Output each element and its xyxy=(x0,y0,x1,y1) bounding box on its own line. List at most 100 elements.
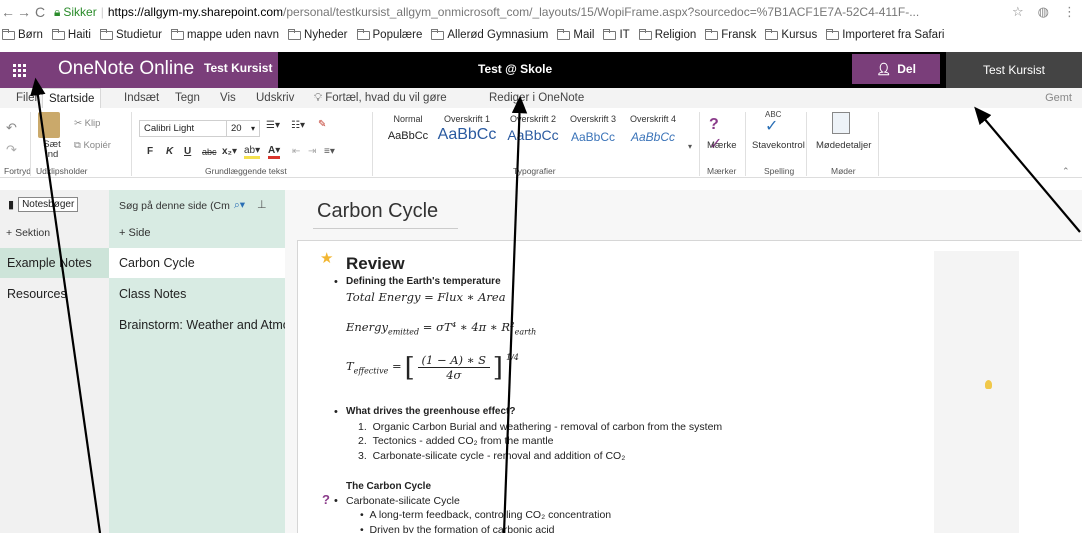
bookmark-star-icon[interactable]: ☆ xyxy=(1012,4,1024,20)
add-section-button[interactable]: + Sektion xyxy=(6,227,50,239)
tell-me-search[interactable]: 💡︎ Fortæl, hvad du vil gøre xyxy=(314,92,447,105)
style-heading-2[interactable]: Overskrift 2 AaBbCc xyxy=(502,114,564,158)
clear-formatting-icon[interactable]: ✎ xyxy=(318,119,326,130)
style-label: Normal xyxy=(393,114,423,124)
decrease-indent-icon[interactable]: ⇤ xyxy=(292,146,300,157)
menu-icon[interactable]: ⋮ xyxy=(1063,4,1076,20)
notebooks-button[interactable]: ▮ Notesbøger xyxy=(8,197,79,212)
paste-button[interactable]: Sæt ind xyxy=(38,140,66,160)
style-normal[interactable]: Normal AaBbCc xyxy=(377,114,439,158)
bookmark-folder[interactable]: Religion xyxy=(638,28,696,41)
tab-insert[interactable]: Indsæt xyxy=(124,92,159,104)
lightbulb-icon[interactable] xyxy=(985,380,992,389)
tag-icon[interactable]: ?✓ xyxy=(709,116,729,153)
bookmark-folder[interactable]: Nyheder xyxy=(288,28,348,41)
question-tag-icon: ? xyxy=(322,492,330,507)
bookmark-folder[interactable]: Studietur xyxy=(99,28,162,41)
tab-home[interactable]: Startside xyxy=(42,88,102,108)
strikethrough-icon[interactable]: abc xyxy=(202,147,217,157)
folder-icon xyxy=(2,28,15,40)
bookmark-folder[interactable]: Kursus xyxy=(765,28,817,41)
bookmark-label: Fransk xyxy=(721,29,757,41)
address-field[interactable]: https://allgym-my.sharepoint.com/persona… xyxy=(108,5,968,19)
app-launcher-waffle-icon[interactable] xyxy=(0,52,38,88)
page-item-carbon-cycle[interactable]: Carbon Cycle xyxy=(109,248,285,278)
meeting-details-icon[interactable] xyxy=(832,112,850,134)
bookmark-folder[interactable]: Mail xyxy=(557,28,594,41)
style-heading-4[interactable]: Overskrift 4 AaBbCc xyxy=(622,114,684,158)
bookmark-folder[interactable]: Allerød Gymnasium xyxy=(431,28,548,41)
notebook-owner[interactable]: Test Kursist xyxy=(204,61,272,75)
app-name[interactable]: OneNote Online xyxy=(58,58,194,80)
search-icon: ⌕▾ xyxy=(233,199,246,211)
style-heading-1[interactable]: Overskrift 1 AaBbCc xyxy=(436,114,498,158)
cut-button[interactable]: ✂︎ Klip xyxy=(74,118,100,129)
pin-icon[interactable]: ⊥ xyxy=(257,198,267,211)
eq-symbol: T xyxy=(346,359,354,374)
tab-print[interactable]: Udskriv xyxy=(256,92,294,104)
bookmark-folder[interactable]: Børn xyxy=(2,28,43,41)
increase-indent-icon[interactable]: ⇥ xyxy=(308,146,316,157)
extension-icon[interactable]: ◍ xyxy=(1038,4,1049,20)
ribbon-divider xyxy=(372,112,373,176)
numbered-item-1: 1. Organic Carbon Burial and weathering … xyxy=(358,421,723,433)
note-heading: Review xyxy=(346,254,405,273)
section-item-resources[interactable]: Resources xyxy=(0,279,109,309)
section-item-example-notes[interactable]: Example Notes xyxy=(0,248,109,278)
spelling-abc-icon[interactable]: ABC ✓ xyxy=(765,110,781,135)
bold-icon[interactable]: F xyxy=(147,146,153,157)
eq-exponent: 1/4 xyxy=(505,353,519,362)
tab-draw[interactable]: Tegn xyxy=(175,92,200,104)
copy-button[interactable]: ⧉ Kopiér xyxy=(74,140,111,151)
bookmark-folder[interactable]: Fransk xyxy=(705,28,757,41)
bookmark-folder[interactable]: Haiti xyxy=(51,28,91,41)
font-color-icon[interactable]: A▾ xyxy=(268,145,281,159)
bookmark-folder[interactable]: Populære xyxy=(356,28,422,41)
font-family-select[interactable]: Calibri Light ▾ xyxy=(139,120,239,137)
account-menu[interactable]: Test Kursist xyxy=(946,52,1082,88)
subscript-icon[interactable]: x₂▾ xyxy=(222,146,237,157)
edit-in-onenote-button[interactable]: Rediger i OneNote xyxy=(489,92,584,104)
align-icon[interactable]: ≡▾ xyxy=(324,146,335,157)
collapse-ribbon-icon[interactable]: ⌃ xyxy=(1062,166,1070,177)
redo-icon[interactable]: ↷ xyxy=(6,142,17,158)
forward-icon[interactable]: → xyxy=(16,4,32,20)
fraction-numerator: (1 − A) ∗ S xyxy=(421,353,487,367)
style-sample: AaBbCc xyxy=(630,130,676,144)
numbered-list-icon[interactable]: ☷▾ xyxy=(291,120,305,131)
spelling-button[interactable]: Stavekontrol xyxy=(752,140,805,151)
document-title[interactable]: Test @ Skole xyxy=(478,62,552,76)
bookmark-folder[interactable]: IT xyxy=(603,28,630,41)
tab-file[interactable]: Filer xyxy=(16,92,38,104)
back-icon[interactable]: ← xyxy=(0,4,16,20)
bookmark-folder[interactable]: Importeret fra Safari xyxy=(826,28,944,41)
highlight-icon[interactable]: ab▾ xyxy=(244,145,261,159)
styles-gallery-chevron-icon[interactable]: ▾ xyxy=(688,142,692,151)
ribbon-divider xyxy=(878,112,879,176)
share-button[interactable]: 👤︎ Del xyxy=(852,54,940,84)
share-label: Del xyxy=(897,62,916,76)
eq-subscript: earth xyxy=(514,327,537,337)
tag-button[interactable]: Mærke xyxy=(707,140,737,151)
font-size-select[interactable]: 20 ▾ xyxy=(226,120,260,137)
tell-me-label: Fortæl, hvad du vil gøre xyxy=(325,92,447,104)
secure-indicator[interactable]: 🔒︎ Sikker xyxy=(54,5,97,20)
reload-icon[interactable]: C xyxy=(32,4,48,20)
eq-part: Energy xyxy=(346,320,388,334)
bookmark-folder[interactable]: mappe uden navn xyxy=(170,28,279,41)
undo-icon[interactable]: ↶ xyxy=(6,120,17,136)
paste-clipboard-icon[interactable] xyxy=(38,112,60,138)
add-person-icon: 👤︎ xyxy=(876,62,892,76)
search-page-input[interactable]: Søg på denne side (Cm ⌕▾ xyxy=(115,195,249,216)
add-page-button[interactable]: + Side xyxy=(119,227,151,239)
page-item-brainstorm[interactable]: Brainstorm: Weather and Atmos xyxy=(109,310,285,340)
page-item-class-notes[interactable]: Class Notes xyxy=(109,279,285,309)
meeting-details-button[interactable]: Mødedetaljer xyxy=(816,140,871,151)
list-text: Driven by the formation of carbonic acid xyxy=(369,524,555,533)
underline-icon[interactable]: U xyxy=(184,146,191,157)
style-heading-3[interactable]: Overskrift 3 AaBbCc xyxy=(562,114,624,158)
page-title[interactable]: Carbon Cycle xyxy=(317,200,438,223)
italic-icon[interactable]: K xyxy=(166,146,173,157)
tab-view[interactable]: Vis xyxy=(220,92,236,104)
bullet-list-icon[interactable]: ☰▾ xyxy=(266,120,280,131)
